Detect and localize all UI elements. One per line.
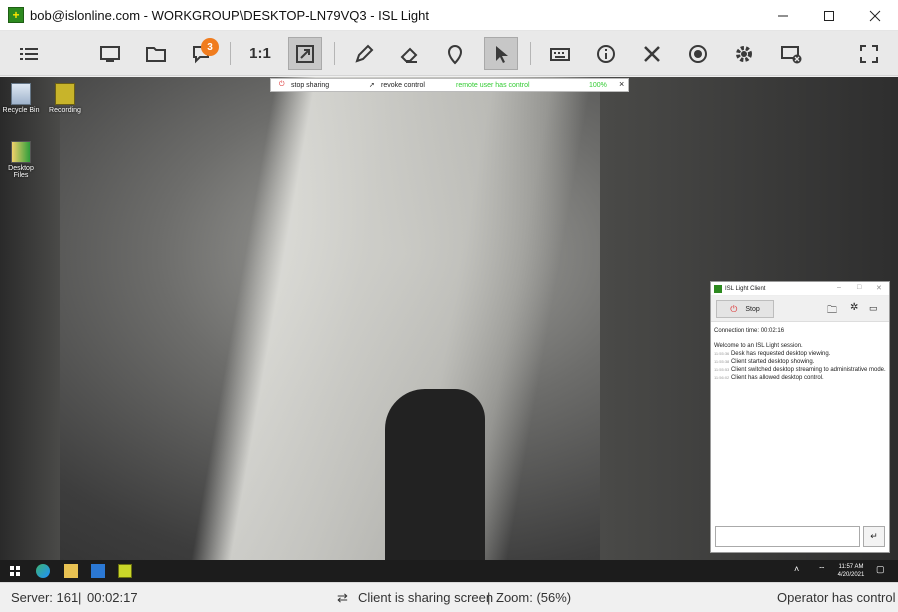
sync-icon: ⇄	[337, 590, 348, 605]
elapsed-time: 00:02:17	[87, 590, 138, 605]
stop-label: Stop	[745, 305, 760, 313]
isl-light-logo-icon: +	[8, 7, 24, 23]
welcome-message: Welcome to an ISL Light session.	[714, 343, 803, 349]
desktop-icon-label: Desktop Files	[8, 165, 34, 179]
desktop-icon-desktop-files[interactable]: Desktop Files	[1, 141, 41, 179]
client-title: ISL Light Client	[725, 285, 766, 292]
desktop-icon-recording[interactable]: Recording	[45, 83, 85, 114]
desktop-icon-label: Recycle Bin	[2, 107, 40, 114]
monitor-icon[interactable]	[93, 37, 127, 70]
eraser-icon[interactable]	[392, 37, 426, 70]
minimize-icon[interactable]	[760, 0, 806, 31]
remote-desktop-view[interactable]: ⏻ stop sharing ➚ revoke control remote u…	[0, 77, 898, 582]
client-close-icon[interactable]: ✕	[876, 284, 882, 292]
session-log: Welcome to an ISL Light session. 11:55:3…	[714, 342, 888, 382]
sharing-status: Client is sharing screen	[358, 590, 494, 605]
client-logo-icon	[714, 284, 722, 293]
keyboard-icon[interactable]	[543, 37, 577, 70]
log-entry: 11:55:36 Desk has requested desktop view…	[714, 351, 831, 357]
recycle-bin-icon	[11, 83, 31, 105]
revoke-control-link[interactable]: revoke control	[381, 82, 425, 89]
pen-icon[interactable]	[347, 37, 381, 70]
file-explorer-icon[interactable]	[64, 564, 78, 578]
desktop-icon-recycle-bin[interactable]: Recycle Bin	[1, 83, 41, 114]
pointer-icon[interactable]	[484, 37, 518, 70]
toolbar-divider	[230, 42, 231, 65]
disconnect-icon[interactable]	[774, 37, 808, 70]
connection-time: Connection time: 00:02:16	[714, 328, 785, 334]
toolbar-divider	[530, 42, 531, 65]
send-icon[interactable]: ↵	[863, 526, 885, 547]
server-label: Server: 161	[11, 590, 79, 605]
client-minimize-icon[interactable]: –	[837, 284, 841, 291]
recording-icon	[55, 83, 75, 105]
desktop-files-icon	[11, 141, 31, 163]
status-separator: |	[487, 590, 491, 605]
network-icon: ⌔	[818, 565, 826, 574]
windows-start-icon[interactable]	[10, 566, 20, 576]
clock-time: 11:57 AM	[838, 564, 864, 570]
stop-sharing-link[interactable]: stop sharing	[291, 82, 329, 89]
edge-icon[interactable]	[36, 564, 50, 578]
control-status-text: remote user has control	[456, 81, 530, 89]
zoom-level: Zoom: (56%)	[496, 590, 572, 605]
rock-boulder	[385, 389, 485, 560]
log-entry: 11:55:38 Client started desktop showing.	[714, 359, 815, 365]
power-icon: ⏻	[279, 81, 285, 88]
close-bar-icon[interactable]: ×	[619, 79, 624, 89]
log-entry: 11:56:02 Client has allowed desktop cont…	[714, 375, 824, 381]
clock-date: 4/20/2021	[837, 572, 865, 578]
ratio-button[interactable]: 1:1	[243, 37, 277, 70]
session-toolbar: 3 1:1	[0, 31, 898, 76]
info-icon[interactable]	[589, 37, 623, 70]
cursor-icon: ➚	[369, 82, 375, 89]
status-separator: |	[78, 590, 82, 605]
folder-icon[interactable]: 🗀	[827, 303, 837, 320]
fit-screen-icon[interactable]	[288, 37, 322, 70]
desktop-icon-label: Recording	[49, 107, 81, 114]
quality-percent: 100%	[589, 81, 607, 89]
settings-icon[interactable]	[727, 37, 761, 70]
menu-icon[interactable]	[12, 37, 46, 70]
maximize-icon[interactable]	[806, 0, 852, 31]
chat-icon[interactable]: 3	[185, 37, 219, 70]
toolbar-divider	[334, 42, 335, 65]
tools-icon[interactable]	[635, 37, 669, 70]
isl-light-client-window: ISL Light Client – □ ✕ ⏻ Stop 🗀 ✲ ▭ Conn…	[710, 281, 890, 553]
ratio-label: 1:1	[249, 45, 271, 62]
remote-taskbar: ˄ ⌔ 11:57 AM 4/20/2021 ▢	[0, 560, 898, 582]
tray-chevron-icon[interactable]: ˄	[794, 565, 799, 574]
pin-icon[interactable]	[438, 37, 472, 70]
close-icon[interactable]	[852, 0, 898, 31]
chat-input[interactable]	[715, 526, 860, 547]
fullscreen-icon[interactable]	[852, 37, 886, 70]
taskbar-clock[interactable]: 11:57 AM 4/20/2021	[832, 563, 870, 579]
disconnect-icon[interactable]: ▭	[869, 303, 878, 314]
isl-taskbar-icon[interactable]	[118, 564, 132, 578]
stop-button[interactable]: ⏻ Stop	[716, 300, 774, 318]
window-title: bob@islonline.com - WORKGROUP\DESKTOP-LN…	[30, 7, 430, 23]
client-maximize-icon[interactable]: □	[857, 284, 861, 291]
control-status: Operator has control	[777, 590, 896, 605]
power-icon: ⏻	[730, 303, 738, 314]
status-bar: Server: 161 | 00:02:17 ⇄ Client is shari…	[0, 582, 898, 612]
share-control-bar: ⏻ stop sharing ➚ revoke control remote u…	[270, 78, 629, 92]
title-bar: + bob@islonline.com - WORKGROUP\DESKTOP-…	[0, 0, 898, 31]
notification-icon[interactable]: ▢	[876, 565, 885, 574]
record-icon[interactable]	[681, 37, 715, 70]
log-entry: 11:55:53 Client switched desktop streami…	[714, 367, 886, 373]
chat-badge: 3	[201, 38, 219, 56]
client-title-bar: ISL Light Client – □ ✕	[711, 282, 889, 296]
folder-icon[interactable]	[139, 37, 173, 70]
tools-icon[interactable]: ✲	[850, 302, 858, 313]
client-toolbar: ⏻ Stop 🗀 ✲ ▭	[711, 296, 889, 322]
mail-icon[interactable]	[91, 564, 105, 578]
